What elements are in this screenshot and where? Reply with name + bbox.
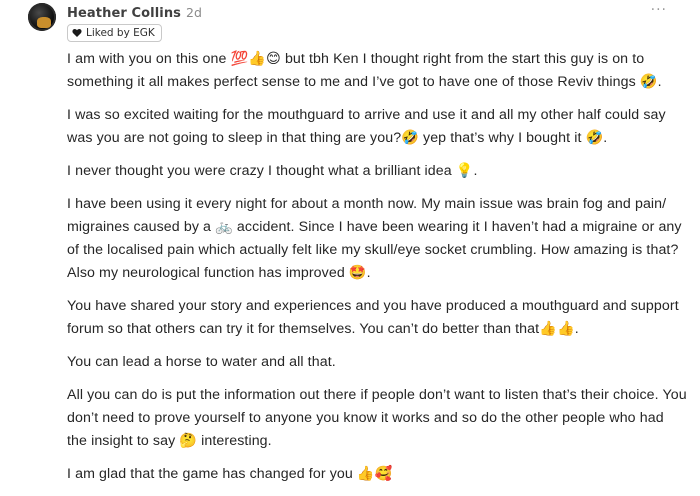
comment-paragraph: You have shared your story and experienc… bbox=[67, 298, 679, 337]
comment-paragraph: All you can do is put the information ou… bbox=[67, 387, 687, 449]
comment-paragraph: I am with you on this one 💯👍😊 but tbh Ke… bbox=[67, 51, 662, 90]
comment-paragraph: I have been using it every night for abo… bbox=[67, 196, 682, 281]
comment-paragraph: You can lead a horse to water and all th… bbox=[67, 354, 336, 370]
timestamp[interactable]: 2d bbox=[186, 5, 202, 20]
comment-header: Heather Collins 2d bbox=[67, 5, 202, 21]
liked-by-text: Liked by EGK bbox=[86, 27, 155, 39]
liked-by-badge: Liked by EGK bbox=[67, 24, 162, 42]
avatar[interactable] bbox=[28, 3, 56, 31]
comment-body: I am with you on this one 💯👍😊 but tbh Ke… bbox=[67, 48, 687, 496]
comment-paragraph: I am glad that the game has changed for … bbox=[67, 466, 393, 482]
comment-paragraph: I was so excited waiting for the mouthgu… bbox=[67, 107, 666, 146]
comment-paragraph: I never thought you were crazy I thought… bbox=[67, 163, 478, 179]
author-name[interactable]: Heather Collins bbox=[67, 6, 181, 21]
comment: Heather Collins 2d ··· Liked by EGK I am… bbox=[0, 0, 700, 482]
more-options-icon[interactable]: ··· bbox=[651, 2, 667, 18]
heart-icon bbox=[72, 29, 82, 37]
